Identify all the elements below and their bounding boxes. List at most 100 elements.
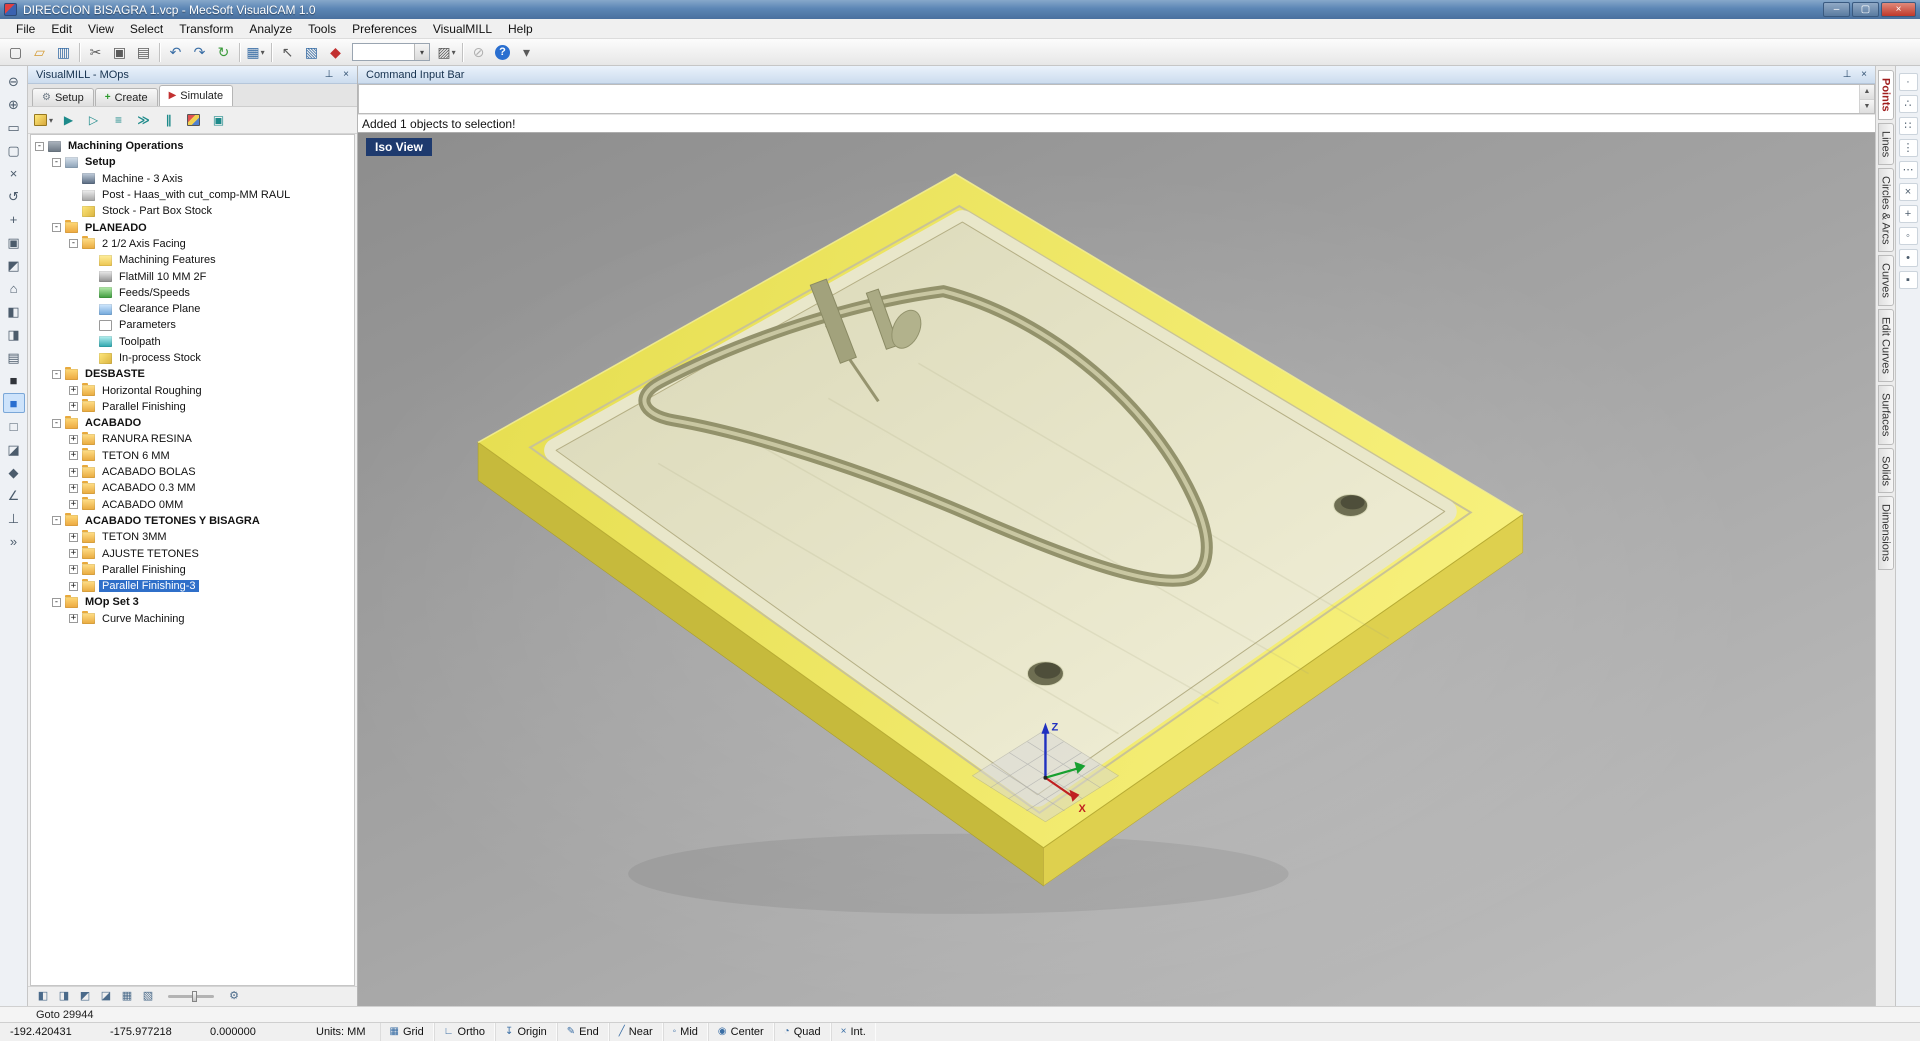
command-input[interactable] (358, 84, 1875, 114)
slider-thumb[interactable] (192, 991, 197, 1002)
point-on-curve-button[interactable]: ⋮ (1899, 139, 1918, 157)
collapse-icon[interactable]: - (52, 598, 61, 607)
close-panel-button[interactable]: × (339, 68, 353, 81)
display-mode-button[interactable]: ▨▾ (435, 41, 458, 63)
world-axes-button[interactable]: ⊥ (3, 508, 25, 528)
tree-item[interactable]: Machine - 3 Axis (31, 171, 354, 187)
tree-item[interactable]: -MOp Set 3 (31, 594, 354, 610)
stock-display-button[interactable]: ▾ (32, 110, 55, 131)
auto-hide-pin-button[interactable]: ⊥ (1840, 68, 1854, 81)
expand-icon[interactable]: + (69, 484, 78, 493)
tab-lines[interactable]: Lines (1878, 123, 1894, 165)
scroll-down-icon[interactable] (1860, 100, 1874, 114)
tree-item[interactable]: +Parallel Finishing-3 (31, 578, 354, 594)
more-tools-button[interactable]: » (3, 531, 25, 551)
measure-button[interactable]: ∠ (3, 485, 25, 505)
maximize-button[interactable]: ▢ (1852, 2, 1879, 17)
refresh-button[interactable]: ↻ (212, 41, 235, 63)
tree-item[interactable]: -DESBASTE (31, 366, 354, 382)
select-window-button[interactable]: ▢ (3, 140, 25, 160)
expand-icon[interactable]: + (69, 549, 78, 558)
snap-center[interactable]: ◉Center (708, 1023, 774, 1041)
shaded-view-button[interactable]: ■ (3, 393, 25, 413)
tree-item[interactable]: Post - Haas_with cut_comp-MM RAUL (31, 187, 354, 203)
menu-preferences[interactable]: Preferences (344, 20, 425, 38)
tab-setup[interactable]: ⚙Setup (32, 88, 94, 106)
tree-item[interactable]: Toolpath (31, 334, 354, 350)
expand-icon[interactable]: + (69, 565, 78, 574)
tree-item[interactable]: -Machining Operations (31, 138, 354, 154)
section-view-button[interactable]: ◆ (3, 462, 25, 482)
collapse-icon[interactable]: - (52, 158, 61, 167)
tool-visibility-button[interactable]: ◪ (97, 989, 115, 1005)
copy-button[interactable]: ▣ (108, 41, 131, 63)
zoom-window-button[interactable]: ▭ (3, 117, 25, 137)
tree-item[interactable]: Parameters (31, 317, 354, 333)
tree-item[interactable]: +ACABADO 0.3 MM (31, 480, 354, 496)
paste-button[interactable]: ▤ (132, 41, 155, 63)
pause-simulation-button[interactable]: ∥ (157, 110, 180, 131)
snap-near[interactable]: ╱Near (609, 1023, 663, 1041)
toolbar-options-button[interactable]: ▾ (515, 41, 538, 63)
tree-item[interactable]: Machining Features (31, 252, 354, 268)
bounding-point-button[interactable]: ▪ (1899, 271, 1918, 289)
home-view-button[interactable]: ⌂ (3, 278, 25, 298)
help-button[interactable]: ? (491, 41, 514, 63)
tree-item[interactable]: -ACABADO TETONES Y BISAGRA (31, 513, 354, 529)
toolpath-visibility-button[interactable]: ◩ (76, 989, 94, 1005)
expand-icon[interactable]: + (69, 402, 78, 411)
play-simulation-button[interactable]: ▶ (57, 110, 80, 131)
auto-hide-pin-button[interactable]: ⊥ (322, 68, 336, 81)
point-grid-button[interactable]: ∷ (1899, 117, 1918, 135)
tree-item[interactable]: Clearance Plane (31, 301, 354, 317)
menu-select[interactable]: Select (122, 20, 171, 38)
machine-visibility-button[interactable]: ▦ (118, 989, 136, 1005)
expand-icon[interactable]: + (69, 435, 78, 444)
expand-icon[interactable]: + (69, 614, 78, 623)
fast-forward-button[interactable]: ≫ (132, 110, 155, 131)
tree-item[interactable]: In-process Stock (31, 350, 354, 366)
snap-int[interactable]: ×Int. (831, 1023, 876, 1041)
intersection-point-button[interactable]: × (1899, 183, 1918, 201)
top-view-button[interactable]: ◧ (3, 301, 25, 321)
new-file-button[interactable]: ▢ (4, 41, 27, 63)
tree-item[interactable]: +Parallel Finishing (31, 562, 354, 578)
close-button[interactable]: × (1881, 2, 1916, 17)
holder-visibility-button[interactable]: ▧ (139, 989, 157, 1005)
menu-analyze[interactable]: Analyze (241, 20, 300, 38)
tree-item[interactable]: +ACABADO BOLAS (31, 464, 354, 480)
selection-combobox[interactable]: ▾ (352, 43, 430, 61)
select-cursor-button[interactable]: ↖ (276, 41, 299, 63)
hidden-line-button[interactable]: ◪ (3, 439, 25, 459)
tab-circles-arcs[interactable]: Circles & Arcs (1878, 168, 1894, 252)
expand-icon[interactable]: + (69, 533, 78, 542)
redo-button[interactable]: ↷ (188, 41, 211, 63)
shaded-stock-button[interactable]: ◧ (34, 989, 52, 1005)
tab-points[interactable]: Points (1878, 70, 1894, 120)
saved-views-button[interactable]: ▤ (3, 347, 25, 367)
full-screen-simulate-button[interactable]: ▣ (207, 110, 230, 131)
tree-item[interactable]: +Curve Machining (31, 611, 354, 627)
menu-help[interactable]: Help (500, 20, 541, 38)
zoom-extents-button[interactable]: ▣ (3, 232, 25, 252)
menu-edit[interactable]: Edit (43, 20, 80, 38)
cut-button[interactable]: ✂ (84, 41, 107, 63)
save-file-button[interactable]: ▥ (52, 41, 75, 63)
simulation-speed-slider[interactable] (168, 995, 214, 998)
menu-transform[interactable]: Transform (171, 20, 241, 38)
compare-stock-button[interactable] (182, 110, 205, 131)
menu-tools[interactable]: Tools (300, 20, 344, 38)
tree-item[interactable]: FlatMill 10 MM 2F (31, 268, 354, 284)
wireframe-view-button[interactable]: □ (3, 416, 25, 436)
collapse-icon[interactable]: - (52, 223, 61, 232)
tree-item[interactable]: +Parallel Finishing (31, 399, 354, 415)
expand-icon[interactable]: + (69, 582, 78, 591)
front-view-button[interactable]: ◨ (3, 324, 25, 344)
collapse-icon[interactable]: - (35, 142, 44, 151)
dark-cube-button[interactable]: ■ (3, 370, 25, 390)
stop-button[interactable]: ⊘ (467, 41, 490, 63)
collapse-icon[interactable]: - (52, 370, 61, 379)
collapse-icon[interactable]: - (52, 419, 61, 428)
tree-item[interactable]: -ACABADO (31, 415, 354, 431)
close-panel-button[interactable]: × (1857, 68, 1871, 81)
